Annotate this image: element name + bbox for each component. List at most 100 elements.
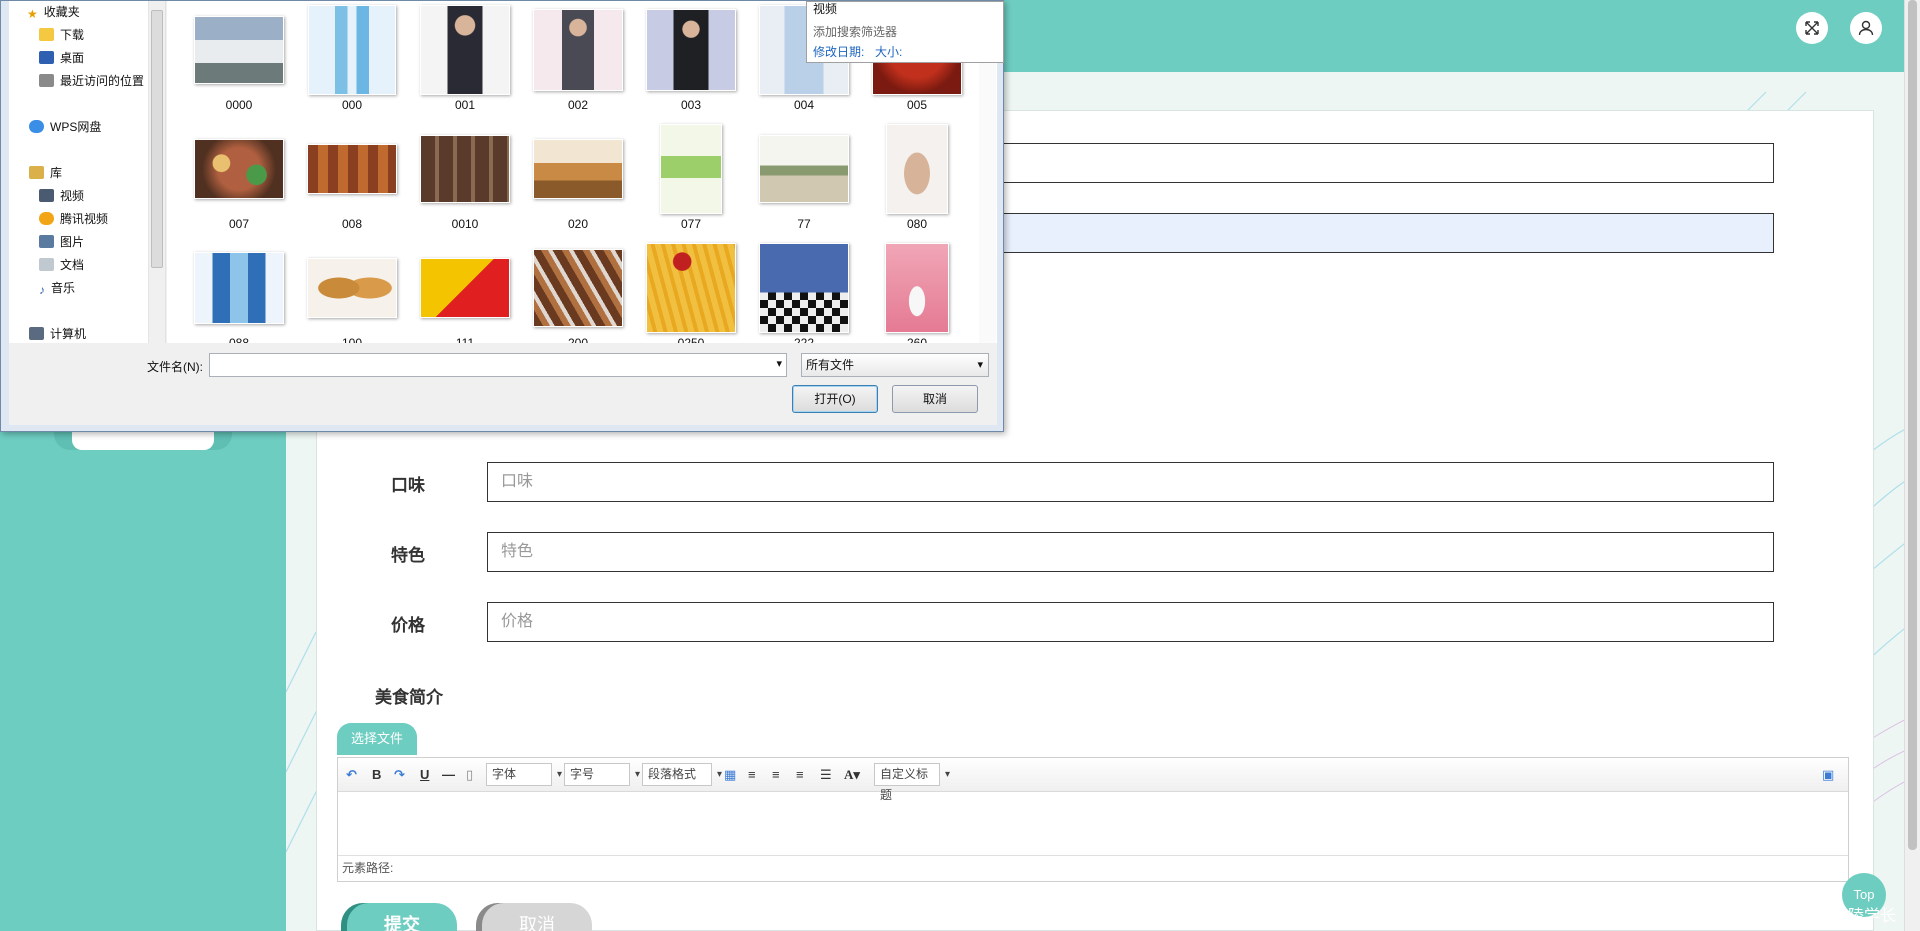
recent-icon — [39, 74, 54, 87]
file-name: 77 — [797, 217, 811, 231]
editor-toolbar: ↶ B ↷ U — ▯ 字体 字号 段落格式 ▦ ≡ ≡ ≡ ☰ A▾ 自定义标… — [338, 758, 1848, 802]
tencent-video-icon — [39, 212, 54, 225]
choose-file-button[interactable]: 选择文件 — [337, 723, 417, 755]
file-thumbnail[interactable]: 001 — [419, 5, 511, 112]
horizontal-rule-icon[interactable]: — — [442, 767, 455, 783]
editor-element-path: 元素路径: — [338, 855, 1848, 881]
milk-tea-photo — [886, 124, 948, 214]
video-icon — [39, 189, 54, 202]
bold-icon[interactable]: B — [372, 767, 381, 783]
filename-input[interactable] — [209, 353, 787, 377]
file-thumbnail[interactable]: 000 — [306, 5, 398, 112]
feature-input[interactable]: 特色 — [487, 532, 1774, 572]
file-name: 007 — [228, 217, 250, 231]
custom-title-select[interactable]: 自定义标题 — [874, 763, 950, 802]
file-thumbnail[interactable]: 0010 — [419, 124, 511, 231]
skincare-photo — [194, 252, 284, 324]
file-thumbnail[interactable]: 003 — [645, 5, 737, 112]
price-input[interactable]: 价格 — [487, 602, 1774, 642]
nav-item-library[interactable]: 库 — [29, 163, 62, 183]
library-icon — [29, 166, 44, 179]
pink-cosmetics-photo — [885, 243, 949, 333]
file-thumbnail[interactable]: 020 — [532, 124, 624, 231]
file-thumbnail[interactable]: 002 — [532, 5, 624, 112]
file-thumbnail[interactable]: 088 — [193, 243, 285, 343]
form-row-flavor: 口味 口味 — [317, 462, 1875, 502]
user-avatar-icon[interactable] — [1850, 12, 1882, 44]
fullscreen-icon[interactable] — [1796, 12, 1828, 44]
filter-size[interactable]: 大小: — [875, 43, 902, 60]
search-filter-popup: 视频 添加搜索筛选器 修改日期: 大小: — [806, 1, 1004, 63]
woman-in-suit-photo — [420, 5, 510, 95]
nav-item-wps-cloud[interactable]: WPS网盘 — [29, 117, 101, 137]
align-left-icon[interactable]: ≡ — [748, 767, 756, 783]
nav-item-music[interactable]: ♪ 音乐 — [39, 278, 75, 298]
price-label: 价格 — [391, 616, 425, 635]
file-name: 002 — [567, 98, 589, 112]
preview-icon[interactable]: ▣ — [1822, 767, 1834, 783]
filetype-select[interactable]: 所有文件 — [801, 353, 989, 377]
file-thumbnail[interactable]: 77 — [758, 124, 850, 231]
file-thumbnail[interactable]: 008 — [306, 124, 398, 231]
paste-icon[interactable]: ▯ — [466, 767, 473, 783]
form-row-price: 价格 价格 — [317, 602, 1875, 642]
file-name: 005 — [906, 98, 928, 112]
open-button[interactable]: 打开(O) — [792, 385, 878, 413]
file-name: 260 — [906, 336, 928, 343]
file-thumbnail[interactable]: 100 — [306, 243, 398, 343]
nav-item-documents[interactable]: 文档 — [39, 255, 84, 275]
cloud-icon — [29, 120, 44, 133]
nav-item-pictures[interactable]: 图片 — [39, 232, 84, 252]
table-icon[interactable]: ▦ — [724, 767, 736, 783]
nav-item-computer[interactable]: 计算机 — [29, 324, 86, 343]
file-thumbnail[interactable]: 0250 — [645, 243, 737, 343]
font-color-icon[interactable]: A▾ — [844, 767, 860, 783]
font-size-select[interactable]: 字号 — [564, 763, 640, 786]
bus-photo — [194, 16, 284, 84]
cancel-button[interactable]: 取消 — [482, 903, 592, 931]
picture-icon — [39, 235, 54, 248]
page-scrollbar[interactable] — [1904, 0, 1920, 931]
file-thumbnail[interactable]: 222 — [758, 243, 850, 343]
submit-button[interactable]: 提交 — [347, 903, 457, 931]
file-thumbnail[interactable]: 007 — [193, 124, 285, 231]
grilled-meat-photo — [307, 144, 397, 194]
file-name: 077 — [680, 217, 702, 231]
file-thumbnail[interactable]: 077 — [645, 124, 737, 231]
file-thumbnail[interactable]: 200 — [532, 243, 624, 343]
document-icon — [39, 258, 54, 271]
underline-icon[interactable]: U — [420, 767, 429, 783]
desktop-icon — [39, 51, 54, 64]
computer-icon — [29, 327, 44, 340]
search-popup-subtitle: 添加搜索筛选器 — [813, 25, 898, 39]
align-right-icon[interactable]: ≡ — [772, 767, 780, 783]
man-in-suit-photo — [646, 9, 736, 91]
align-center-icon[interactable]: ≡ — [796, 767, 804, 783]
file-thumbnail[interactable]: 0000 — [193, 5, 285, 112]
file-name: 003 — [680, 98, 702, 112]
shelves-photo — [420, 135, 510, 203]
nav-item-favorites[interactable]: ★ 收藏夹 — [27, 2, 80, 22]
file-thumbnail[interactable]: 111 — [419, 243, 511, 343]
filter-modified-date[interactable]: 修改日期: — [813, 43, 864, 60]
paragraph-format-select[interactable]: 段落格式 — [642, 763, 722, 786]
flavor-input[interactable]: 口味 — [487, 462, 1774, 502]
filename-label: 文件名(N): — [147, 360, 203, 374]
file-thumbnail[interactable]: 080 — [871, 124, 963, 231]
justify-icon[interactable]: ☰ — [820, 767, 832, 783]
stage-photo — [759, 243, 849, 333]
editor-content-area[interactable] — [338, 792, 1848, 854]
feature-label: 特色 — [391, 546, 425, 565]
nav-item-recent[interactable]: 最近访问的位置 — [39, 71, 144, 91]
nav-item-videos[interactable]: 视频 — [39, 186, 84, 206]
redo-icon[interactable]: ↷ — [394, 767, 405, 783]
nav-scrollbar[interactable] — [148, 1, 165, 343]
nav-item-downloads[interactable]: 下载 — [39, 25, 84, 45]
undo-icon[interactable]: ↶ — [346, 767, 357, 783]
file-thumbnail[interactable]: 260 — [871, 243, 963, 343]
dialog-cancel-button[interactable]: 取消 — [892, 385, 978, 413]
file-name: 200 — [567, 336, 589, 343]
nav-item-tencent-video[interactable]: 腾讯视频 — [39, 209, 108, 229]
nav-item-desktop[interactable]: 桌面 — [39, 48, 84, 68]
font-select[interactable]: 字体 — [486, 763, 562, 786]
